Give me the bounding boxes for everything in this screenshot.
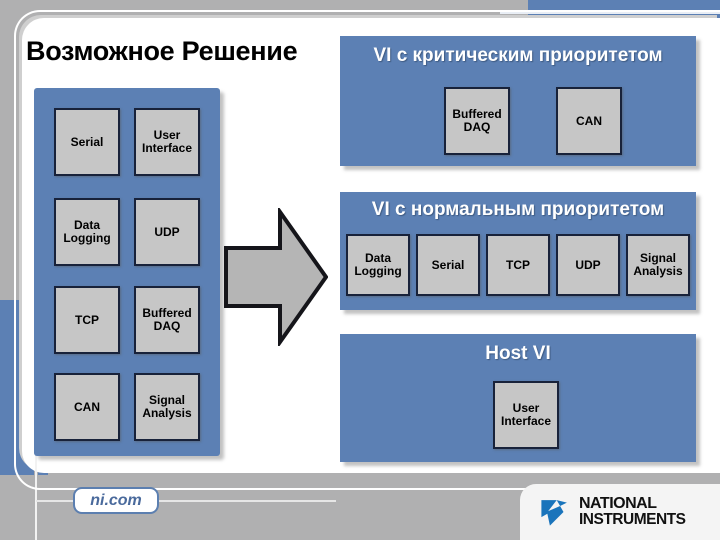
module-user-interface-line2: Interface — [141, 141, 193, 155]
normal-module-tcp-label: TCP — [506, 257, 530, 272]
module-udp-label: UDP — [154, 224, 180, 239]
national-instruments-logo: NATIONAL INSTRUMENTS — [520, 484, 720, 540]
normal-module-serial-label: Serial — [431, 257, 465, 272]
ni-dot-com-label: ni.com — [90, 491, 142, 509]
ni-logo-line1: NATIONAL — [579, 495, 657, 513]
module-buffered-daq-line2: DAQ — [153, 319, 181, 333]
page-title: Возможное Решение — [26, 36, 298, 66]
host-vi-title: Host VI — [485, 343, 551, 364]
critical-priority-panel: VI с критическим приоритетом Buffered DA… — [340, 36, 696, 166]
ni-logo-wordmark: NATIONAL INSTRUMENTS — [579, 495, 686, 529]
normal-module-udp-label: UDP — [575, 257, 601, 272]
ni-eagle-icon — [541, 500, 567, 526]
host-module-user-interface[interactable]: User Interface — [493, 381, 559, 449]
ni-dot-com-badge[interactable]: ni.com — [73, 487, 159, 514]
normal-module-data-logging[interactable]: Data Logging — [346, 234, 410, 296]
normal-module-signal-analysis[interactable]: Signal Analysis — [626, 234, 690, 296]
normal-module-data-logging-line2: Logging — [354, 264, 402, 278]
module-buffered-daq[interactable]: Buffered DAQ — [134, 286, 200, 354]
flow-arrow-icon — [224, 208, 328, 346]
slide-canvas: Возможное Решение Serial User Interface … — [0, 0, 720, 540]
top-blue-band — [528, 0, 720, 12]
module-can[interactable]: CAN — [54, 373, 120, 441]
module-tcp[interactable]: TCP — [54, 286, 120, 354]
unscheduled-modules-panel: Serial User Interface Data Logging UDP T… — [34, 88, 220, 456]
critical-priority-title: VI с критическим приоритетом — [373, 45, 663, 66]
normal-module-signal-analysis-line2: Analysis — [633, 264, 683, 278]
module-can-label: CAN — [74, 399, 100, 414]
module-user-interface[interactable]: User Interface — [134, 108, 200, 176]
module-tcp-label: TCP — [75, 312, 99, 327]
module-data-logging-line2: Logging — [63, 231, 111, 245]
host-module-user-interface-line2: Interface — [500, 414, 552, 428]
normal-module-udp[interactable]: UDP — [556, 234, 620, 296]
host-vi-panel: Host VI User Interface — [340, 334, 696, 462]
critical-module-buffered-daq[interactable]: Buffered DAQ — [444, 87, 510, 155]
module-data-logging[interactable]: Data Logging — [54, 198, 120, 266]
critical-module-buffered-daq-line2: DAQ — [463, 120, 491, 134]
critical-module-can[interactable]: CAN — [556, 87, 622, 155]
normal-module-serial[interactable]: Serial — [416, 234, 480, 296]
normal-priority-panel: VI с нормальным приоритетом Data Logging… — [340, 192, 696, 310]
normal-priority-title: VI с нормальным приоритетом — [371, 199, 665, 220]
critical-module-can-label: CAN — [576, 113, 602, 128]
normal-module-tcp[interactable]: TCP — [486, 234, 550, 296]
module-serial-label: Serial — [70, 134, 104, 149]
module-udp[interactable]: UDP — [134, 198, 200, 266]
module-serial[interactable]: Serial — [54, 108, 120, 176]
module-signal-analysis[interactable]: Signal Analysis — [134, 373, 200, 441]
ni-logo-line2: INSTRUMENTS — [579, 511, 686, 529]
module-signal-analysis-line2: Analysis — [142, 406, 192, 420]
